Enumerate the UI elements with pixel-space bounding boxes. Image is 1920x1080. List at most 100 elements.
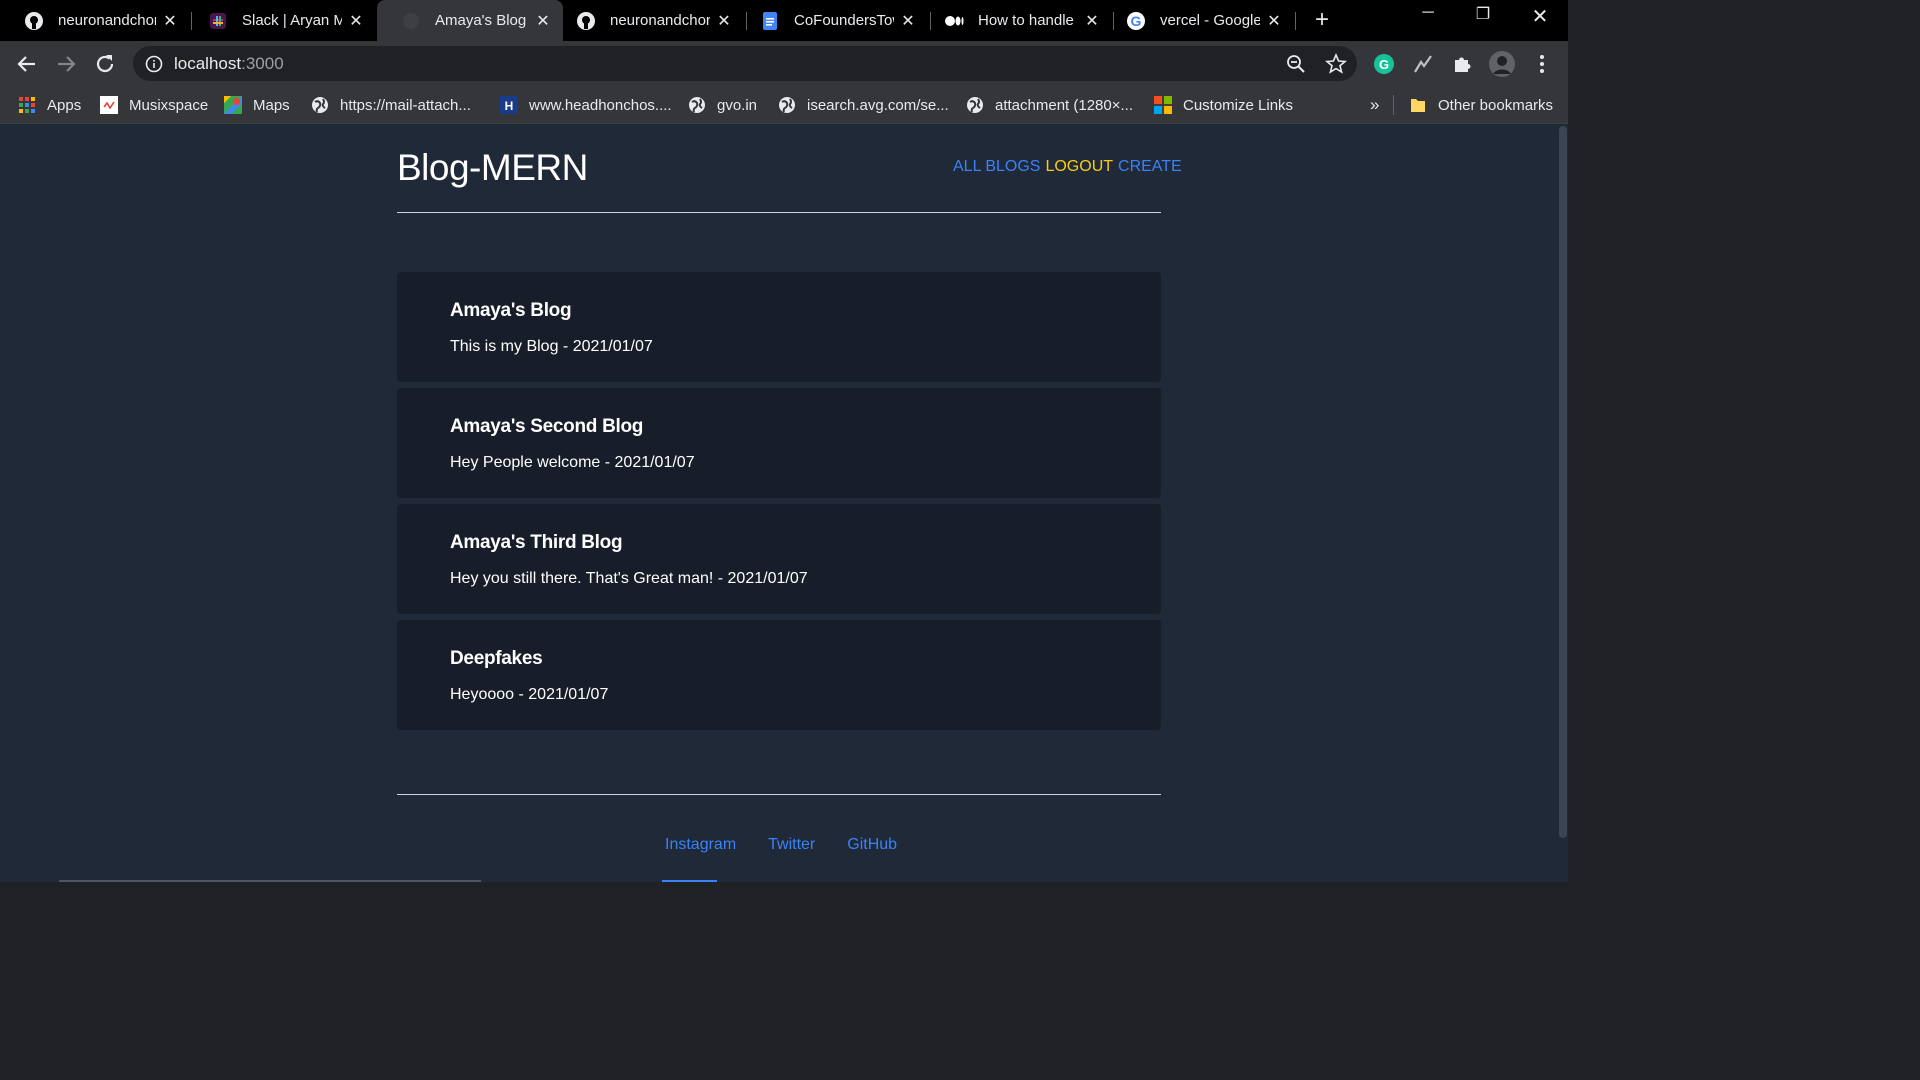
tab-title: CoFoundersTow [794, 12, 894, 29]
scrollbar-thumb[interactable] [1559, 126, 1567, 838]
back-button[interactable] [14, 51, 40, 77]
close-icon[interactable]: ✕ [900, 11, 916, 31]
bookmark-label: Other bookmarks [1438, 96, 1554, 114]
blog-card[interactable]: Deepfakes Heyoooo - 2021/01/07 [397, 620, 1161, 730]
nav-logout-link[interactable]: LOGOUT [1045, 158, 1113, 176]
header-divider [397, 212, 1161, 213]
bookmark-other-bookmarks[interactable]: Other bookmarks [1409, 95, 1553, 115]
close-icon[interactable]: ✕ [348, 11, 364, 31]
footer-instagram-link[interactable]: Instagram [665, 836, 736, 854]
bookmark-label: isearch.avg.com/se... [807, 96, 949, 114]
tab-medium[interactable]: How to handle ✕ [920, 0, 1112, 41]
horizontal-scrollbar[interactable] [59, 880, 481, 882]
blog-snippet: This is my Blog - 2021/01/07 [450, 338, 653, 355]
blog-snippet: Hey People welcome - 2021/01/07 [450, 454, 695, 471]
bookmark-label: https://mail-attach... [340, 96, 471, 114]
menu-dots-icon[interactable] [1530, 52, 1554, 76]
blog-card[interactable]: Amaya's Blog This is my Blog - 2021/01/0… [397, 272, 1161, 382]
bookmark-label: Maps [253, 96, 290, 114]
close-icon[interactable]: ✕ [162, 11, 178, 31]
reload-icon [96, 55, 114, 73]
blog-card[interactable]: Amaya's Second Blog Hey People welcome -… [397, 388, 1161, 498]
puzzle-icon[interactable] [1450, 52, 1474, 76]
bookmark-attachment[interactable]: attachment (1280×... [966, 95, 1133, 115]
browser-toolbar: localhost:3000 G [0, 41, 1568, 87]
url-text: localhost:3000 [174, 54, 284, 74]
address-bar[interactable]: localhost:3000 [133, 46, 1357, 81]
close-icon[interactable]: ✕ [535, 11, 551, 31]
tab-github-2[interactable]: neuronandchord ✕ [552, 0, 744, 41]
blog-title: Amaya's Third Blog [450, 532, 623, 553]
site-nav: ALL BLOGS LOGOUT CREATE [953, 158, 1182, 176]
close-icon[interactable]: ✕ [1266, 11, 1282, 31]
svg-text:G: G [1379, 57, 1389, 72]
forward-arrow-icon [58, 56, 76, 72]
bookmark-gvo[interactable]: gvo.in [688, 95, 757, 115]
blank-icon [401, 11, 421, 31]
footer-github-link[interactable]: GitHub [847, 836, 897, 854]
tab-github-1[interactable]: neuronandchord ✕ [0, 0, 190, 41]
tab-slack[interactable]: Slack | Aryan Ma ✕ [184, 0, 376, 41]
tab-title: neuronandchord [610, 12, 710, 29]
footer-divider [397, 794, 1161, 795]
tab-title: neuronandchord [58, 12, 156, 29]
tab-title: Slack | Aryan Ma [242, 12, 342, 29]
extension-icon[interactable] [1411, 52, 1435, 76]
nav-all-blogs-link[interactable]: ALL BLOGS [953, 158, 1040, 176]
globe-icon [311, 96, 329, 114]
tab-strip: neuronandchord ✕ Slack | Aryan Ma ✕ Amay… [0, 0, 1568, 41]
bookmark-apps[interactable]: Apps [18, 95, 81, 115]
tab-amayas-blog[interactable]: Amaya's Blog ✕ [377, 0, 563, 41]
blog-title: Amaya's Second Blog [450, 416, 644, 437]
bookmark-label: www.headhonchos.... [529, 96, 672, 114]
close-icon[interactable]: ✕ [716, 11, 732, 31]
back-arrow-icon [17, 56, 35, 72]
bookmark-isearch[interactable]: isearch.avg.com/se... [778, 95, 949, 115]
google-docs-icon [760, 11, 780, 31]
blog-card[interactable]: Amaya's Third Blog Hey you still there. … [397, 504, 1161, 614]
star-icon[interactable] [1325, 53, 1347, 75]
tab-cofounders[interactable]: CoFoundersTow ✕ [736, 0, 928, 41]
vertical-scrollbar[interactable] [1558, 124, 1568, 882]
bookmark-label: gvo.in [717, 96, 758, 114]
info-icon[interactable] [145, 55, 163, 73]
bookmark-maps[interactable]: Maps [224, 95, 290, 115]
tab-title: vercel - Google [1160, 12, 1260, 29]
musixspace-icon [100, 96, 118, 114]
zoom-out-icon[interactable] [1286, 54, 1306, 74]
new-tab-button[interactable]: + [1310, 8, 1334, 32]
svg-text:G: G [1131, 13, 1142, 29]
tab-vercel-google[interactable]: G vercel - Google ✕ [1102, 0, 1294, 41]
minimize-button[interactable]: ─ [1408, 4, 1448, 32]
tab-title: Amaya's Blog [435, 12, 527, 29]
footer-twitter-link[interactable]: Twitter [768, 836, 815, 854]
bookmark-mail-attach[interactable]: https://mail-attach... [311, 95, 471, 115]
maps-icon [224, 96, 242, 114]
bookmark-musixspace[interactable]: Musixspace [100, 95, 208, 115]
site-title: Blog-MERN [397, 147, 588, 188]
reload-button[interactable] [92, 51, 118, 77]
bookmark-customize-links[interactable]: Customize Links [1154, 95, 1293, 115]
url-host: localhost [174, 54, 242, 73]
site-footer: Instagram Twitter GitHub [665, 836, 897, 854]
page-viewport: Blog-MERN ALL BLOGS LOGOUT CREATE Amaya'… [0, 124, 1568, 882]
tab-title: How to handle [978, 12, 1074, 29]
restore-button[interactable]: ❐ [1463, 4, 1503, 32]
bookmark-label: Customize Links [1183, 96, 1294, 114]
bookmarks-overflow-button[interactable]: » [1370, 95, 1379, 115]
slack-icon [208, 11, 228, 31]
grammarly-icon[interactable]: G [1372, 52, 1396, 76]
bookmark-headhonchos[interactable]: H www.headhonchos.... [500, 95, 672, 115]
nav-create-link[interactable]: CREATE [1118, 158, 1182, 176]
close-icon[interactable]: ✕ [1084, 11, 1100, 31]
focus-indicator [662, 880, 717, 882]
bookmark-label: Apps [47, 96, 82, 114]
avatar[interactable] [1488, 50, 1516, 78]
apps-grid-icon [18, 96, 36, 114]
blog-title: Amaya's Blog [450, 300, 572, 321]
forward-button[interactable] [53, 51, 79, 77]
bookmark-label: Musixspace [129, 96, 209, 114]
blog-snippet: Hey you still there. That's Great man! -… [450, 570, 808, 587]
folder-icon [1409, 96, 1427, 114]
close-window-button[interactable]: ✕ [1520, 4, 1560, 32]
